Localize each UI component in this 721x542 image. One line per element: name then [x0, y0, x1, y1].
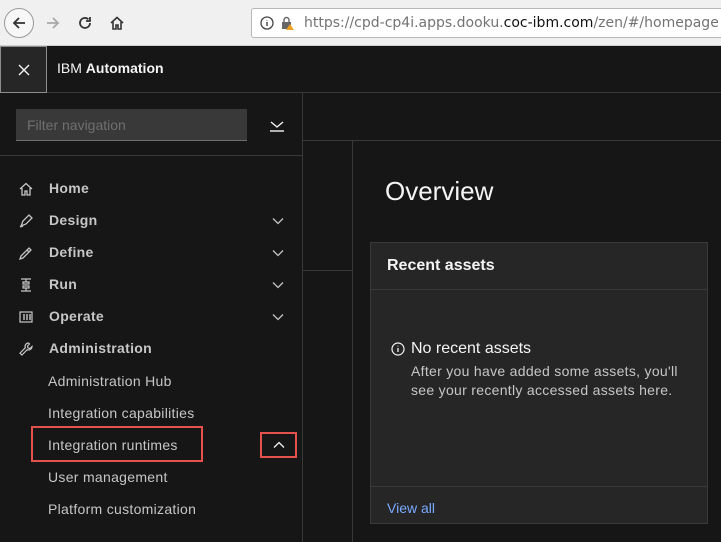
arrow-left-icon: [12, 17, 25, 29]
card-footer: View all: [371, 486, 707, 524]
left-rail: [303, 141, 353, 542]
address-bar[interactable]: https://cpd-cp4i.apps.dooku.coc-ibm.com/…: [251, 8, 721, 38]
nav-item-label: Run: [49, 276, 78, 292]
nav-item-label: Operate: [49, 308, 105, 324]
run-icon: [18, 277, 34, 293]
sub-item-administration-hub[interactable]: Administration Hub: [48, 369, 172, 393]
sub-item-platform-customization[interactable]: Platform customization: [48, 497, 196, 521]
administration-collapse-button[interactable]: [260, 432, 297, 458]
home-icon: [18, 181, 34, 197]
app-header: IBM Automation: [0, 46, 721, 93]
home-icon: [110, 16, 124, 30]
chevron-down-icon[interactable]: [270, 278, 286, 292]
info-icon[interactable]: [260, 16, 274, 30]
tab-strip: [303, 93, 721, 141]
url-text: https://cpd-cp4i.apps.dooku.coc-ibm.com/…: [304, 15, 719, 31]
design-icon: [18, 213, 34, 229]
back-button[interactable]: [4, 8, 34, 38]
chevron-down-icon[interactable]: [270, 246, 286, 260]
info-icon: [391, 342, 405, 356]
chevron-up-icon: [273, 441, 284, 448]
nav-item-label: Home: [49, 180, 90, 196]
nav-item-define[interactable]: Define: [0, 237, 303, 269]
side-navigation: Home Design Define Run Op: [0, 93, 303, 542]
collapse-all-icon: [270, 121, 284, 132]
view-all-link[interactable]: View all: [387, 500, 435, 516]
card-title: Recent assets: [387, 257, 495, 274]
browser-toolbar: https://cpd-cp4i.apps.dooku.coc-ibm.com/…: [0, 0, 721, 46]
reload-button[interactable]: [70, 8, 100, 38]
divider: [303, 270, 353, 271]
close-nav-button[interactable]: [0, 46, 47, 93]
recent-assets-card: Recent assets No recent assets After you…: [370, 242, 708, 524]
page-title: Overview: [385, 176, 494, 206]
arrow-right-icon: [47, 17, 60, 29]
forward-button[interactable]: [38, 8, 68, 38]
nav-item-run[interactable]: Run: [0, 269, 303, 301]
chevron-down-icon[interactable]: [270, 310, 286, 324]
define-icon: [18, 245, 34, 261]
card-header: Recent assets: [371, 243, 707, 290]
wrench-icon: [18, 341, 34, 357]
sub-item-user-management[interactable]: User management: [48, 465, 168, 489]
empty-state-description: After you have added some assets, you'll…: [411, 363, 678, 398]
nav-item-label: Define: [49, 244, 94, 260]
highlight-annotation: [31, 426, 203, 462]
operate-icon: [18, 309, 34, 325]
reload-icon: [79, 17, 91, 29]
nav-item-label: Design: [49, 212, 98, 228]
browser-home-button[interactable]: [102, 8, 132, 38]
nav-item-operate[interactable]: Operate: [0, 301, 303, 333]
sub-item-integration-capabilities[interactable]: Integration capabilities: [48, 401, 195, 425]
empty-state-title: No recent assets: [411, 340, 532, 357]
filter-navigation-input[interactable]: [16, 109, 247, 141]
nav-item-design[interactable]: Design: [0, 205, 303, 237]
close-icon: [18, 64, 29, 75]
nav-item-home[interactable]: Home: [0, 173, 303, 205]
insecure-lock-icon[interactable]: [279, 15, 295, 31]
brand-name[interactable]: IBM Automation: [57, 60, 164, 76]
collapse-all-button[interactable]: [263, 113, 291, 137]
nav-item-label: Administration: [49, 340, 152, 356]
filter-row: [0, 93, 303, 156]
nav-item-administration[interactable]: Administration: [0, 333, 303, 365]
chevron-down-icon[interactable]: [270, 214, 286, 228]
